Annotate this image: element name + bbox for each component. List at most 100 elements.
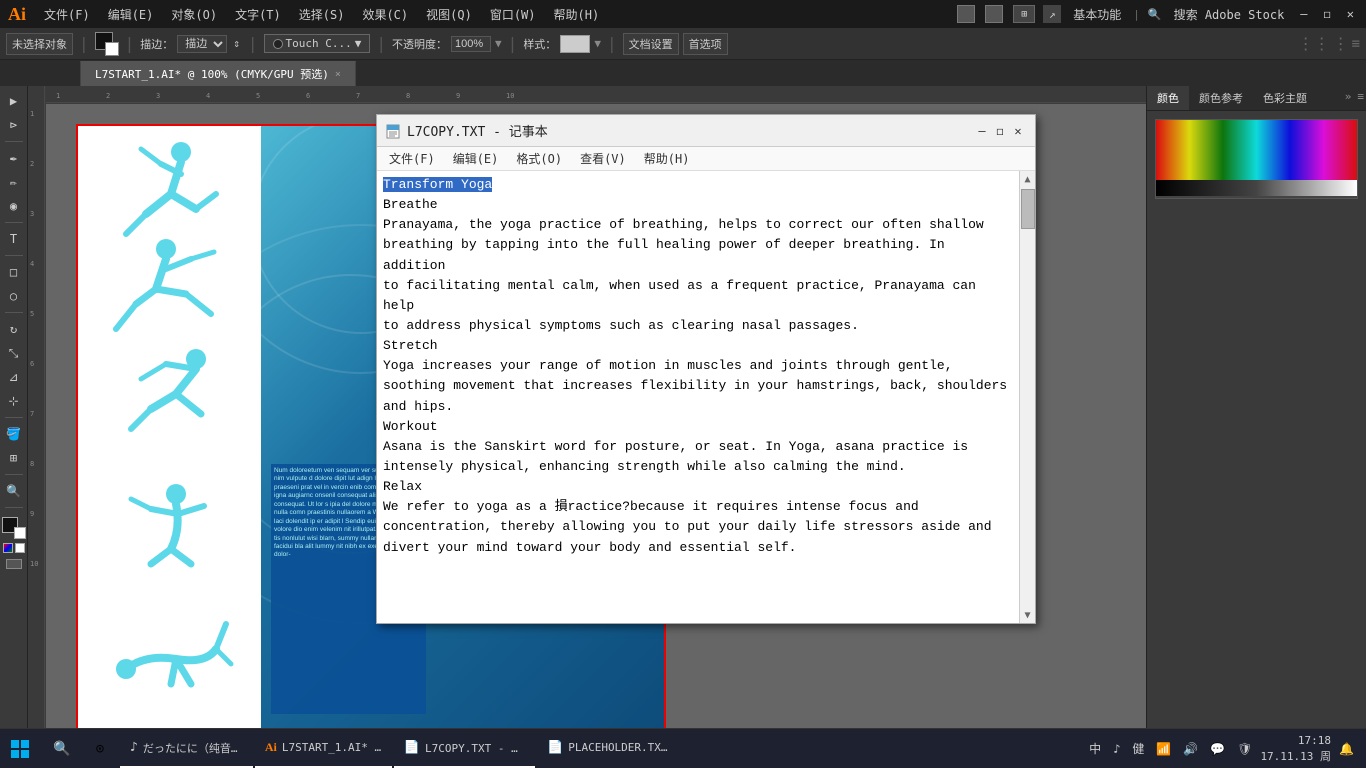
- close-app[interactable]: ✕: [1343, 5, 1358, 23]
- notepad-line-10: Workout: [383, 419, 438, 434]
- direct-select-tool[interactable]: ⊳: [3, 114, 25, 136]
- scrollbar-up-btn[interactable]: ▲: [1020, 171, 1035, 187]
- ime-icon[interactable]: 中: [1085, 738, 1105, 759]
- pen-tool[interactable]: ✒: [3, 147, 25, 169]
- menu-object[interactable]: 对象(O): [163, 4, 225, 25]
- menu-file[interactable]: 文件(F): [36, 4, 98, 25]
- scrollbar-track[interactable]: [1020, 231, 1035, 607]
- notepad-minimize-btn[interactable]: —: [973, 122, 991, 140]
- search-stock-label[interactable]: 搜索 Adobe Stock: [1170, 4, 1289, 25]
- paintbucket-tool[interactable]: 🪣: [3, 423, 25, 445]
- panel-icon-2[interactable]: ⋮: [1333, 34, 1349, 53]
- scrollbar-thumb[interactable]: [1021, 189, 1035, 229]
- restore-app[interactable]: ◻: [1320, 5, 1335, 23]
- rectangle-tool[interactable]: □: [3, 261, 25, 283]
- network-icon[interactable]: 📶: [1152, 740, 1175, 758]
- menu-view[interactable]: 视图(Q): [418, 4, 480, 25]
- notepad-menu-view[interactable]: 查看(V): [572, 148, 634, 169]
- chat-icon[interactable]: 💬: [1206, 740, 1229, 758]
- touch-dropdown[interactable]: Touch C... ▼: [264, 34, 371, 53]
- color-mode-none[interactable]: [15, 543, 25, 553]
- yoga-pose-3: [96, 339, 236, 449]
- scale-tool[interactable]: ⤡: [3, 342, 25, 364]
- reshape-tool[interactable]: ⊹: [3, 390, 25, 412]
- notepad-scrollbar[interactable]: ▲ ▼: [1019, 171, 1035, 623]
- style-swatch[interactable]: [560, 35, 590, 53]
- ellipse-tool[interactable]: ○: [3, 285, 25, 307]
- rotate-tool[interactable]: ↻: [3, 318, 25, 340]
- taskbar-cortana-btn[interactable]: ⊙: [82, 729, 118, 768]
- music-sys-icon[interactable]: ♪: [1109, 740, 1124, 758]
- opacity-input[interactable]: [451, 36, 491, 52]
- notepad-maximize-btn[interactable]: ◻: [991, 122, 1009, 140]
- stroke-box-left[interactable]: [14, 527, 26, 539]
- taskbar-right: 中 ♪ 健 📶 🔊 💬 🛡 17:18 17.11.13 周 🔔: [1085, 733, 1366, 764]
- panel-menu-icon[interactable]: ≡: [1352, 36, 1360, 52]
- preferences-btn[interactable]: 首选项: [683, 33, 728, 55]
- opacity-label: 不透明度：: [392, 36, 447, 52]
- menu-window[interactable]: 窗口(W): [482, 4, 544, 25]
- tab-color-theme[interactable]: 色彩主题: [1253, 86, 1317, 110]
- volume-icon[interactable]: 🔊: [1179, 740, 1202, 758]
- notepad-menu-help[interactable]: 帮助(H): [636, 148, 698, 169]
- document-settings-btn[interactable]: 文档设置: [623, 33, 679, 55]
- notepad-content[interactable]: Transform Yoga Breathe Pranayama, the yo…: [377, 171, 1019, 623]
- select-tool[interactable]: ▶: [3, 90, 25, 112]
- arrange-icon[interactable]: ↗: [1043, 5, 1061, 23]
- menu-effect[interactable]: 效果(C): [354, 4, 416, 25]
- blob-tool[interactable]: ◉: [3, 195, 25, 217]
- color-mode-full[interactable]: [3, 543, 13, 553]
- stroke-color-box[interactable]: [105, 42, 119, 56]
- taskbar-app-illustrator[interactable]: Ai L7START_1.AI* @...: [255, 730, 392, 768]
- notepad-title: L7COPY.TXT - 记事本: [407, 121, 973, 140]
- health-icon[interactable]: 健: [1128, 738, 1148, 759]
- minimize-app[interactable]: —: [1296, 5, 1311, 23]
- taskbar-app-notepad2[interactable]: 📄 PLACEHOLDER.TX...: [537, 730, 678, 768]
- notepad-line-8: soothing movement that increases flexibi…: [383, 378, 1007, 393]
- menu-text[interactable]: 文字(T): [227, 4, 289, 25]
- panel-toggle-icon[interactable]: ⋮⋮: [1298, 34, 1330, 53]
- toolbar: 未选择对象 | | 描边： 描边 ⇕ | Touch C... ▼ | 不透明度…: [0, 28, 1366, 60]
- zoom-tool[interactable]: 🔍: [3, 480, 25, 502]
- notepad-window[interactable]: L7COPY.TXT - 记事本 — ◻ ✕ 文件(F) 编辑(E) 格式(O)…: [376, 114, 1036, 624]
- shear-tool[interactable]: ⊿: [3, 366, 25, 388]
- fill-color-group[interactable]: [95, 32, 119, 56]
- tab-colors[interactable]: 颜色: [1147, 86, 1189, 110]
- brightness-bar[interactable]: [1156, 180, 1357, 196]
- grid-icon[interactable]: ⊞: [1013, 5, 1035, 23]
- start-button[interactable]: [0, 729, 40, 768]
- panel-expand-btn[interactable]: »: [1341, 86, 1356, 110]
- menu-help[interactable]: 帮助(H): [546, 4, 608, 25]
- stroke-dropdown[interactable]: 描边: [177, 35, 227, 53]
- notepad-line-4: to facilitating mental calm, when used a…: [383, 278, 976, 313]
- pencil-tool[interactable]: ✏: [3, 171, 25, 193]
- tool-separator-6: [5, 474, 23, 475]
- taskbar-search-btn[interactable]: 🔍: [44, 729, 80, 768]
- notepad-close-btn[interactable]: ✕: [1009, 122, 1027, 140]
- color-boxes[interactable]: [2, 517, 26, 539]
- notepad-menu-format[interactable]: 格式(O): [508, 148, 570, 169]
- doc-tab-active[interactable]: L7START_1.AI* @ 100% (CMYK/GPU 预选) ×: [80, 61, 356, 86]
- panel-menu-btn[interactable]: ≡: [1355, 86, 1366, 110]
- canvas-area[interactable]: 1 2 3 4 5 6 7 8 9 10 1 2 3 4 5 6 7: [28, 86, 1146, 730]
- yoga-pose-5: [96, 584, 236, 694]
- notepad-selected-text: Transform Yoga: [383, 177, 492, 192]
- taskbar-clock[interactable]: 17:18 17.11.13 周: [1260, 733, 1331, 764]
- mesh-tool[interactable]: ⊞: [3, 447, 25, 469]
- menu-select[interactable]: 选择(S): [291, 4, 353, 25]
- color-spectrum[interactable]: [1155, 119, 1358, 199]
- menu-edit[interactable]: 编辑(E): [100, 4, 162, 25]
- spectrum-bar[interactable]: [1156, 120, 1357, 180]
- taskbar-app-music[interactable]: ♪ だったにに（纯音...: [120, 730, 253, 768]
- notepad-menu-file[interactable]: 文件(F): [381, 148, 443, 169]
- doc-tab-close[interactable]: ×: [335, 69, 341, 80]
- type-tool[interactable]: T: [3, 228, 25, 250]
- workspace-btn[interactable]: 基本功能: [1069, 4, 1125, 25]
- screen-mode-icon[interactable]: [6, 559, 22, 569]
- taskbar-app-notepad1[interactable]: 📄 L7COPY.TXT - 记...: [394, 730, 535, 768]
- tab-color-reference[interactable]: 颜色参考: [1189, 86, 1253, 110]
- antivirus-icon[interactable]: 🛡: [1233, 740, 1256, 758]
- scrollbar-down-btn[interactable]: ▼: [1020, 607, 1035, 623]
- notepad-menu-edit[interactable]: 编辑(E): [445, 148, 507, 169]
- notification-icon[interactable]: 🔔: [1335, 740, 1358, 758]
